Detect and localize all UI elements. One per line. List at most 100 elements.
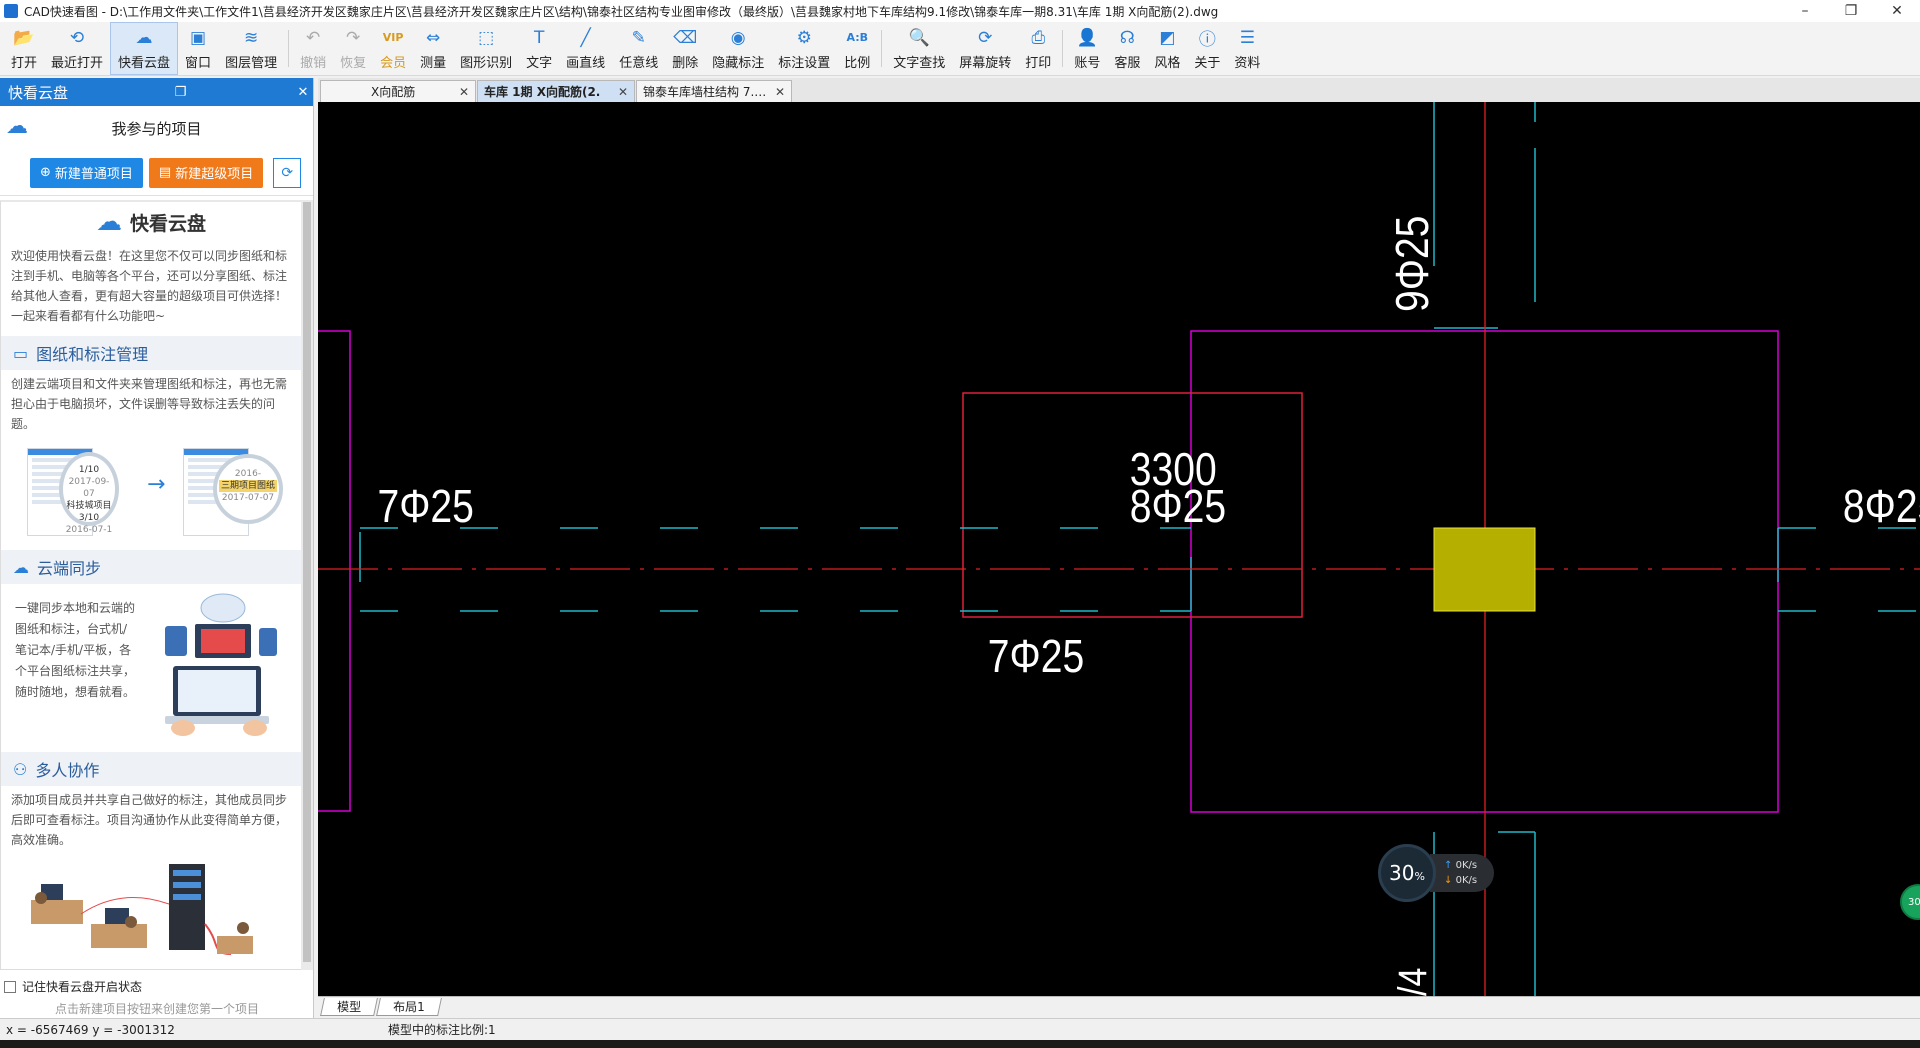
document-icon: ▭ bbox=[13, 343, 29, 363]
toolbar-button-rotate-screen[interactable]: ⟳ 屏幕旋转 bbox=[952, 22, 1018, 75]
illustration-management: 1/10 2017-09-07 科技城项目 3/10 2016-07-1 → 2… bbox=[1, 438, 301, 544]
layout-tab-layout1[interactable]: 布局1 bbox=[376, 997, 442, 1016]
window-title: CAD快速看图 - D:\工作用文件夹\工作文件1\莒县经济开发区魏家庄片区\莒… bbox=[24, 4, 1219, 19]
main-toolbar: 📂 打开 ⟲ 最近打开 ☁ 快看云盘 ▣ 窗口 ≋ 图层管理 ↶ 撤销 ↷ 恢复 VIP 会员 ⇔ 测量 ⬚ 图形识别… bbox=[0, 22, 1920, 76]
cloud-panel: 快看云盘 ❐ ✕ ☁ 我参与的项目 ⊕ 新建普通项目 ▤ 新建超级项目 ⟳ ☁ … bbox=[0, 78, 314, 1028]
toolbar-button-measure[interactable]: ⇔ 测量 bbox=[413, 22, 453, 75]
annotation-scale: 模型中的标注比例:1 bbox=[388, 1023, 496, 1037]
cursor-coordinates: x = -6567469 y = -3001312 bbox=[6, 1022, 175, 1037]
toolbar-button-info[interactable]: ⓘ 关于 bbox=[1187, 22, 1227, 75]
mock-folder-date: 2017-07-07 bbox=[221, 493, 275, 503]
toolbar-button-text[interactable]: T 文字 bbox=[519, 22, 559, 75]
toolbar-button-shape-recognition[interactable]: ⬚ 图形识别 bbox=[453, 22, 519, 75]
toolbar-button-annotation-settings[interactable]: ⚙ 标注设置 bbox=[771, 22, 837, 75]
doc-tab-0[interactable]: X向配筋 ✕ bbox=[320, 80, 476, 102]
toolbar-button-headset[interactable]: ☊ 客服 bbox=[1107, 22, 1147, 75]
toolbar-label: 打印 bbox=[1025, 55, 1052, 71]
doc-tab-2[interactable]: 锦泰车库墙柱结构 7.… ✕ bbox=[636, 80, 792, 102]
section-title: 图纸和标注管理 bbox=[36, 345, 149, 364]
toolbar-separator bbox=[881, 30, 883, 67]
toolbar-button-style[interactable]: ◩ 风格 bbox=[1147, 22, 1187, 75]
close-button[interactable]: ✕ bbox=[1874, 0, 1920, 22]
toolbar-button-redo[interactable]: ↷ 恢复 bbox=[333, 22, 373, 75]
cad-drawing[interactable]: 7Φ25 7Φ25 3300 8Φ25 8Φ25 9Φ25 /4 bbox=[318, 102, 1920, 996]
panel-header: 快看云盘 ❐ ✕ bbox=[0, 78, 313, 106]
new-normal-project-button[interactable]: ⊕ 新建普通项目 bbox=[30, 157, 143, 188]
cloud-icon: ☁ bbox=[135, 27, 153, 48]
maximize-button[interactable]: ❐ bbox=[1828, 0, 1874, 22]
toolbar-label: 关于 bbox=[1194, 55, 1221, 71]
minimize-button[interactable]: – bbox=[1782, 0, 1828, 22]
doc-tab-1[interactable]: 车库 1期 X向配筋(2. ✕ bbox=[477, 80, 635, 102]
panel-scrollbar[interactable] bbox=[301, 200, 313, 970]
toolbar-button-docs[interactable]: ☰ 资料 bbox=[1227, 22, 1267, 75]
intro-text: 欢迎使用快看云盘！在这里您不仅可以同步图纸和标注到手机、电脑等各个平台，还可以分… bbox=[11, 249, 288, 323]
upload-speed: 0K/s bbox=[1455, 860, 1478, 871]
toolbar-button-eraser[interactable]: ⌫ 删除 bbox=[665, 22, 705, 75]
toolbar-button-undo[interactable]: ↶ 撤销 bbox=[293, 22, 333, 75]
remember-checkbox[interactable] bbox=[4, 980, 16, 993]
toolbar-label: 风格 bbox=[1154, 55, 1181, 71]
toolbar-button-vip[interactable]: VIP 会员 bbox=[373, 22, 413, 75]
section-title: 多人协作 bbox=[35, 761, 100, 780]
info-icon: ⓘ bbox=[1198, 30, 1216, 50]
mock-date-2: 2016-07-1 bbox=[65, 525, 113, 535]
toolbar-button-open-folder[interactable]: 📂 打开 bbox=[4, 22, 44, 75]
toolbar-label: 删除 bbox=[672, 55, 699, 71]
label-bottom: 7Φ25 bbox=[988, 631, 1084, 683]
doc-tab-label: X向配筋 bbox=[371, 85, 416, 99]
close-icon[interactable]: ✕ bbox=[618, 85, 628, 99]
cloud-intro: ☁ 快看云盘 欢迎使用快看云盘！在这里您不仅可以同步图纸和标注到手机、电脑等各个… bbox=[0, 200, 302, 970]
toolbar-button-freehand[interactable]: ✎ 任意线 bbox=[612, 22, 665, 75]
team-icon: ⚇ bbox=[13, 759, 28, 779]
new-normal-project-label: 新建普通项目 bbox=[54, 167, 133, 182]
toolbar-button-scale[interactable]: A:B 比例 bbox=[837, 22, 877, 75]
panel-close-icon[interactable]: ✕ bbox=[293, 85, 313, 100]
toolbar-button-text-search[interactable]: 🔍 文字查找 bbox=[886, 22, 952, 75]
undo-icon: ↶ bbox=[305, 27, 321, 48]
rotate-screen-icon: ⟳ bbox=[978, 27, 993, 48]
toolbar-button-line[interactable]: ╱ 画直线 bbox=[559, 22, 612, 75]
annotation-settings-icon: ⚙ bbox=[796, 27, 812, 48]
toolbar-button-hide-annotation[interactable]: ◉ 隐藏标注 bbox=[705, 22, 771, 75]
network-speed-widget[interactable]: ↑ 0K/s ↓ 0K/s 30% bbox=[1378, 844, 1496, 902]
toolbar-label: 图层管理 bbox=[225, 55, 278, 71]
column-block[interactable] bbox=[1433, 527, 1536, 612]
magenta-wall-left bbox=[318, 330, 351, 812]
shape-recognition-icon: ⬚ bbox=[478, 27, 495, 48]
toolbar-button-window[interactable]: ▣ 窗口 bbox=[178, 22, 218, 75]
section-cloud-sync: ☁ 云端同步 bbox=[1, 550, 301, 584]
section-collaboration: ⚇ 多人协作 bbox=[1, 752, 301, 786]
toolbar-label: 撤销 bbox=[300, 55, 327, 71]
cloud-brand-label: 快看云盘 bbox=[129, 212, 206, 235]
section-title: 云端同步 bbox=[37, 559, 102, 578]
refresh-button[interactable]: ⟳ bbox=[273, 157, 302, 188]
style-icon: ◩ bbox=[1159, 27, 1176, 48]
toolbar-label: 窗口 bbox=[185, 55, 212, 71]
toolbar-button-cloud[interactable]: ☁ 快看云盘 bbox=[110, 22, 179, 75]
mock-count-2: 3/10 bbox=[78, 513, 100, 523]
toolbar-button-account[interactable]: 👤 账号 bbox=[1067, 22, 1107, 75]
layout-tab-model[interactable]: 模型 bbox=[320, 997, 378, 1016]
close-icon[interactable]: ✕ bbox=[775, 85, 785, 99]
toolbar-label: 客服 bbox=[1114, 55, 1141, 71]
drawing-canvas[interactable]: 7Φ25 7Φ25 3300 8Φ25 8Φ25 9Φ25 /4 bbox=[318, 102, 1920, 996]
toolbar-button-print[interactable]: ⎙ 打印 bbox=[1018, 22, 1058, 75]
new-super-project-button[interactable]: ▤ 新建超级项目 bbox=[148, 157, 264, 188]
toolbar-button-layers[interactable]: ≋ 图层管理 bbox=[218, 22, 284, 75]
vip-icon: VIP bbox=[382, 31, 404, 44]
toolbar-label: 恢复 bbox=[340, 55, 367, 71]
toolbar-button-recent[interactable]: ⟲ 最近打开 bbox=[44, 22, 110, 75]
scale-icon: A:B bbox=[846, 31, 868, 44]
refresh-icon: ⟳ bbox=[281, 164, 294, 181]
panel-float-icon[interactable]: ❐ bbox=[171, 85, 191, 100]
freehand-icon: ✎ bbox=[631, 27, 646, 48]
label-mid: 8Φ25 bbox=[1130, 481, 1226, 533]
my-projects-row[interactable]: ☁ 我参与的项目 bbox=[0, 106, 313, 150]
remember-state[interactable]: 记住快看云盘开启状态 bbox=[4, 978, 142, 995]
section-drawing-management: ▭ 图纸和标注管理 bbox=[1, 336, 301, 370]
super-project-icon: ▤ bbox=[158, 165, 172, 180]
doc-tab-label: 车库 1期 X向配筋(2. bbox=[484, 85, 601, 99]
label-vertical-bottom: /4 bbox=[1389, 968, 1434, 996]
close-icon[interactable]: ✕ bbox=[459, 85, 469, 99]
